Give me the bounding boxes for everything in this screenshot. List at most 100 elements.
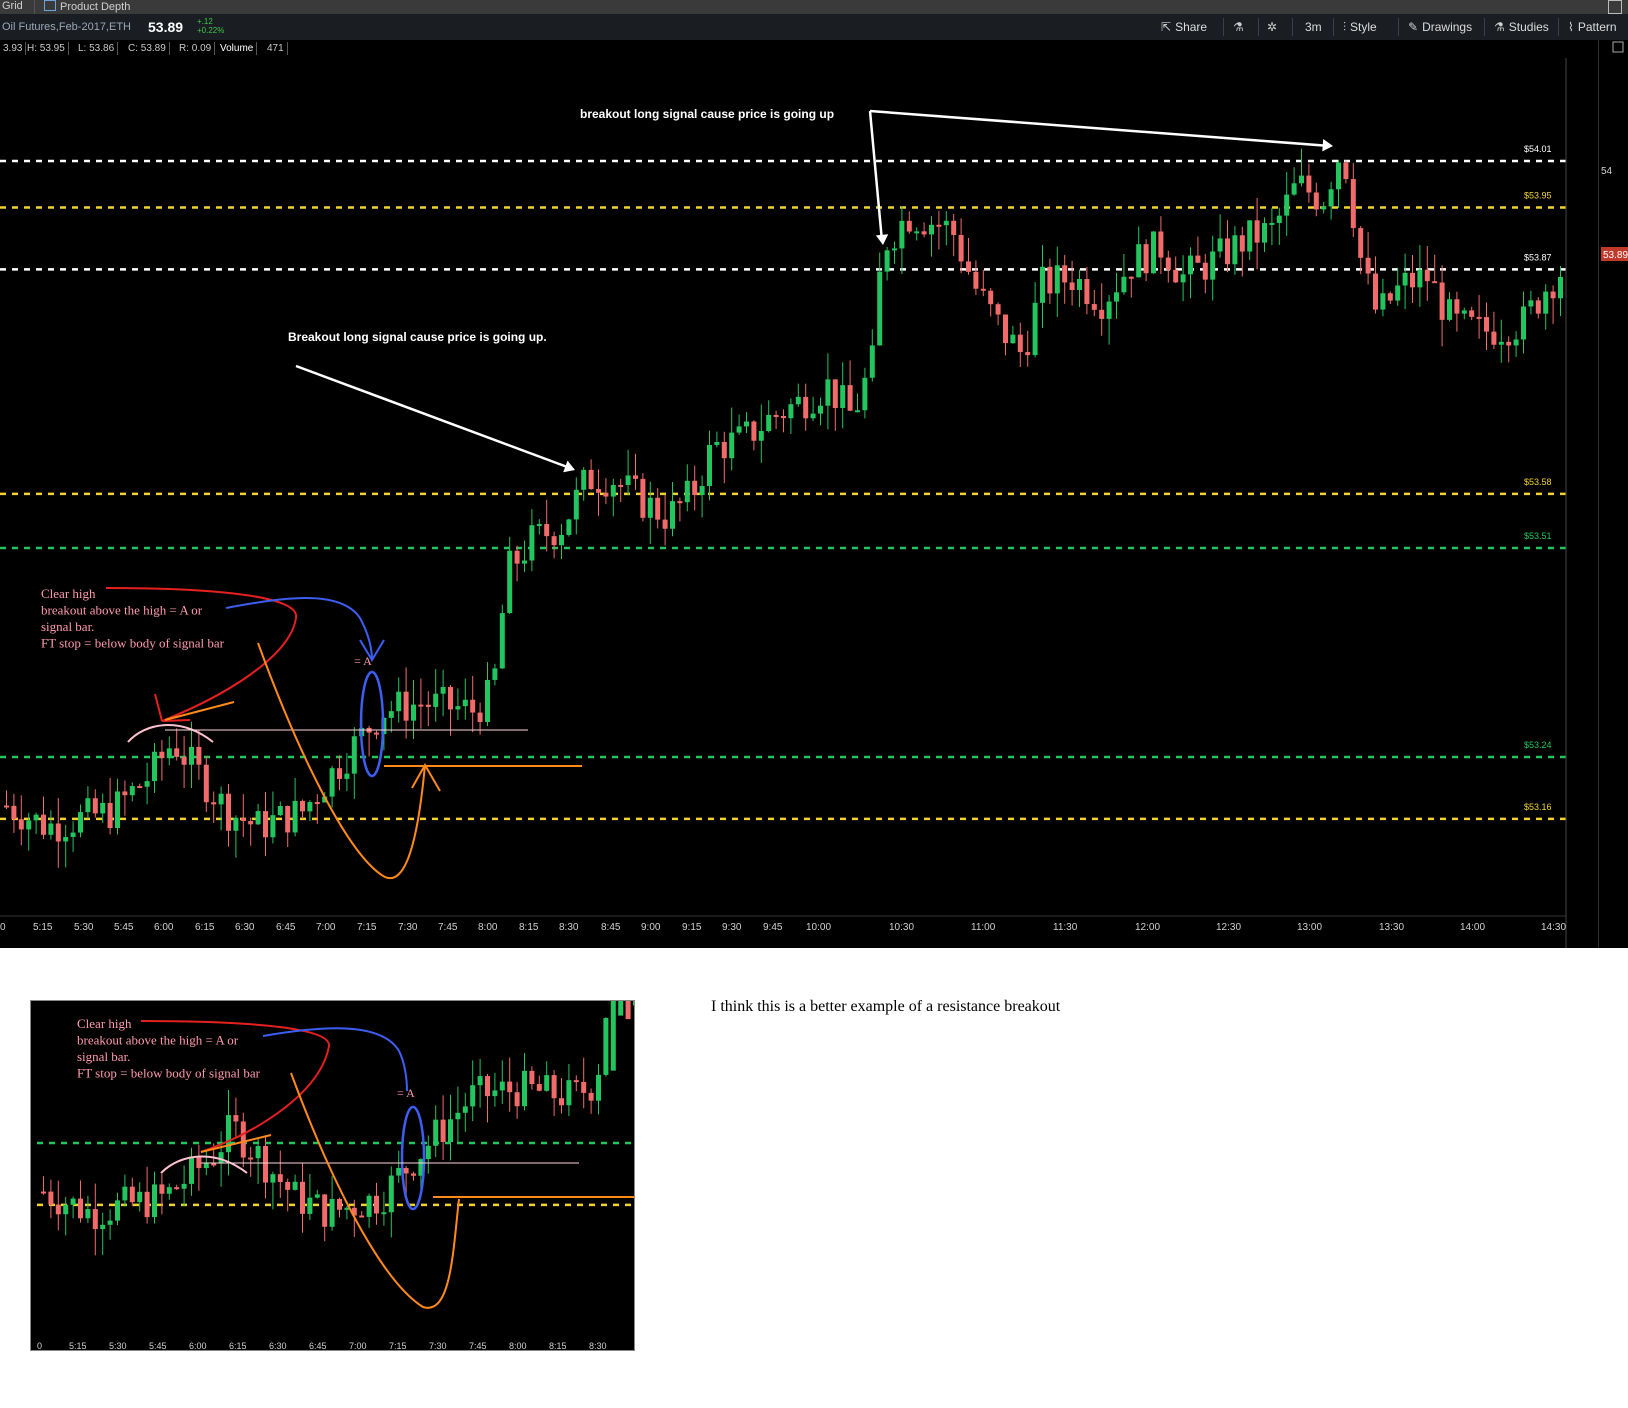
- x-axis-tick: 8:30: [559, 922, 579, 933]
- candle-body: [1313, 192, 1319, 210]
- candle-body: [344, 773, 350, 779]
- inset-candle-body: [48, 1191, 54, 1205]
- inset-candle-body: [292, 1181, 298, 1190]
- candle-body: [973, 271, 979, 289]
- candle-body: [803, 396, 809, 419]
- annotation-orange-arrowhead: [411, 762, 441, 792]
- annotation-arrowhead: [1322, 139, 1333, 152]
- inset-candle-body: [122, 1186, 128, 1201]
- level-label: $53.16: [1524, 802, 1552, 812]
- price-axis-tick: 54: [1601, 166, 1613, 177]
- ohlc-high: H: 53.95: [24, 42, 69, 55]
- candle-body: [1343, 162, 1349, 180]
- candles-icon: ⫶: [1343, 20, 1347, 34]
- window-control-icon[interactable]: [1608, 0, 1622, 14]
- expand-icon[interactable]: [1612, 41, 1624, 53]
- x-axis-tick: 9:45: [763, 922, 783, 933]
- candle-body: [144, 781, 150, 787]
- candle-body: [1017, 334, 1023, 353]
- x-axis-tick: 7:45: [438, 922, 458, 933]
- candle-body: [1491, 331, 1497, 345]
- flask-button[interactable]: ⚗: [1233, 14, 1248, 40]
- candle-body: [603, 492, 609, 497]
- style-button[interactable]: ⫶ Style: [1343, 14, 1377, 40]
- level-label: $54.01: [1524, 144, 1552, 154]
- inset-candle-body: [411, 1173, 416, 1176]
- candle-body: [1380, 293, 1386, 310]
- interval-button[interactable]: 3m: [1305, 14, 1322, 40]
- candle-body: [499, 613, 505, 669]
- candle-body: [1165, 257, 1171, 270]
- price-chart[interactable]: $54.01 $53.95 $53.87 $53.58 $53.51 $53.24 $53.…: [0, 58, 1628, 948]
- annotation-breakout-mid: Breakout long signal cause price is goin…: [288, 330, 547, 344]
- candle-body: [226, 793, 231, 831]
- candle-body: [122, 791, 128, 796]
- level-label: $53.51: [1524, 531, 1552, 541]
- annotation-blue-ellipse: [359, 670, 385, 778]
- style-label: Style: [1350, 20, 1377, 34]
- candle-body: [196, 746, 202, 765]
- settings-button[interactable]: ✲: [1267, 14, 1281, 40]
- annotation-blue-curve: [225, 597, 373, 661]
- patterns-button[interactable]: ⌇ Pattern: [1568, 14, 1617, 40]
- x-axis-tick: 9:00: [641, 922, 661, 933]
- x-axis-tick: 5:45: [114, 922, 134, 933]
- ohlc-open: 3.93: [0, 42, 27, 55]
- annotation-note: breakout above the high = A or: [41, 603, 203, 618]
- candle-body: [1321, 206, 1327, 210]
- candle-body: [1195, 255, 1201, 263]
- tab-grid[interactable]: Grid: [2, 0, 23, 14]
- candle-body: [899, 220, 905, 249]
- candle-body: [840, 385, 846, 409]
- candle-body: [958, 234, 964, 262]
- candle-body: [70, 832, 76, 837]
- inset-candle-body: [196, 1156, 202, 1169]
- candle-body: [884, 250, 890, 272]
- x-axis-tick: 8:15: [519, 922, 539, 933]
- candle-body: [1439, 282, 1445, 320]
- candle-body: [1136, 244, 1142, 278]
- candle-body: [1299, 175, 1304, 184]
- candle-body: [921, 231, 927, 235]
- candle-body: [1188, 255, 1193, 275]
- candle-body: [314, 802, 320, 805]
- candle-body: [115, 791, 120, 828]
- patterns-label: Pattern: [1577, 20, 1617, 34]
- candle-body: [714, 441, 720, 445]
- last-price-tag-text: 53.89: [1603, 250, 1628, 261]
- candle-body: [1521, 306, 1526, 340]
- symbol-selector[interactable]: Oil Futures,Feb-2017,ETH: [2, 21, 131, 33]
- candle-body: [411, 704, 416, 721]
- inset-candle-body: [448, 1119, 453, 1143]
- share-button[interactable]: ⇱ Share: [1161, 14, 1207, 40]
- candle-body: [1276, 215, 1282, 223]
- candle-body: [1091, 304, 1097, 310]
- comment-text: I think this is a better example of a re…: [711, 998, 1061, 1015]
- candle-body: [55, 823, 61, 842]
- inset-chart-svg: 0 5:15 5:30 5:45 6:00 6:15 6:30 6:45 7:00 7:15 7:3…: [37, 952, 638, 1351]
- candle-body: [388, 711, 394, 718]
- drawings-button[interactable]: ✎ Drawings: [1408, 14, 1472, 40]
- candle-body: [1143, 244, 1149, 274]
- candle-body: [174, 748, 180, 757]
- candle-body: [1476, 316, 1482, 319]
- inset-candle-body: [514, 1092, 520, 1107]
- candle-body: [818, 405, 823, 414]
- x-axis-tick: 7:30: [398, 922, 418, 933]
- depth-icon: [44, 0, 56, 11]
- studies-button[interactable]: ⚗ Studies: [1494, 14, 1549, 40]
- toolbar-separator: [1558, 18, 1559, 36]
- inset-candle-body: [588, 1092, 594, 1101]
- candle-body: [736, 426, 742, 433]
- candle-body: [1417, 269, 1423, 288]
- inset-candle-body: [485, 1076, 490, 1097]
- x-axis-tick: 6:45: [276, 922, 296, 933]
- x-axis-tick: 12:00: [1135, 922, 1160, 933]
- candle-body: [529, 525, 535, 561]
- candle-body: [270, 815, 276, 838]
- candle-body: [566, 519, 572, 535]
- price-chart-svg: $54.01 $53.95 $53.87 $53.58 $53.51 $53.24 $53.…: [0, 58, 1567, 948]
- candle-body: [522, 560, 527, 564]
- inset-candle-body: [255, 1146, 261, 1159]
- tab-product-depth[interactable]: Product Depth: [44, 0, 130, 14]
